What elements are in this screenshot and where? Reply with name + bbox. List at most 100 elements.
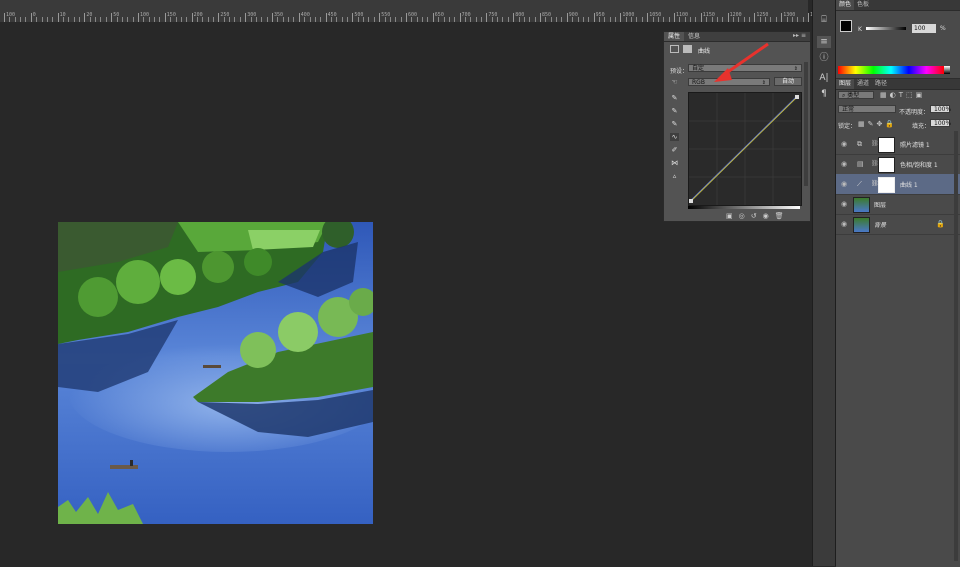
- layer-mask-thumbnail[interactable]: [878, 177, 895, 193]
- panel-menu-icon[interactable]: ▸▸ ≡: [793, 32, 806, 39]
- layers-scrollbar[interactable]: [954, 131, 958, 561]
- document-image[interactable]: [58, 222, 373, 524]
- k-unit: %: [940, 25, 946, 32]
- tab-color[interactable]: 颜色: [836, 0, 855, 10]
- curves-graph[interactable]: [688, 92, 802, 206]
- lock-pixels-icon[interactable]: ✎: [868, 120, 877, 128]
- ruler-major-tick: [30, 13, 32, 22]
- ruler-label: 600: [408, 12, 418, 18]
- foreground-color-swatch[interactable]: [840, 20, 852, 32]
- eye-icon[interactable]: ◉: [841, 140, 847, 148]
- ruler-major-tick: [459, 13, 461, 22]
- hue-saturation-adjustment-icon: ▤: [857, 160, 864, 168]
- ruler-label: 1100: [676, 12, 689, 18]
- shape-filter-icon[interactable]: ⬚: [906, 91, 916, 99]
- filter-kind-dropdown[interactable]: ⌕ 类型: [838, 91, 874, 99]
- tab-channels[interactable]: 通道: [854, 79, 872, 89]
- adjustment-filter-icon[interactable]: ◐: [890, 91, 899, 99]
- properties-icon[interactable]: ≡: [817, 36, 831, 48]
- ruler-label: 1300: [783, 12, 796, 18]
- type-filter-icon[interactable]: T: [899, 91, 906, 99]
- lock-all-icon[interactable]: 🔒: [885, 120, 897, 128]
- curves-adjustment-icon: ⟋: [857, 180, 862, 188]
- layer-row[interactable]: ◉ ▤ ⛓ 色相/饱和度 1: [836, 154, 960, 175]
- ruler-major-tick: [700, 13, 702, 22]
- ruler-major-tick: [754, 13, 756, 22]
- color-spectrum[interactable]: [838, 66, 944, 74]
- hand-adjust-icon[interactable]: ☜: [670, 78, 679, 86]
- ruler-major-tick: [513, 13, 515, 22]
- eyedropper-gray-icon[interactable]: ✎: [670, 107, 679, 115]
- annotation-arrow-curves: [714, 42, 769, 82]
- horizontal-ruler[interactable]: 100 0 10 20 50 100 150 200 250 300 350 400 450 500 550…: [0, 0, 831, 23]
- mask-icon[interactable]: [683, 45, 692, 53]
- fill-field[interactable]: 100%: [930, 119, 951, 127]
- character-icon[interactable]: A|: [817, 72, 831, 84]
- pencil-icon[interactable]: ✐: [670, 146, 679, 154]
- lock-label: 锁定：: [838, 123, 857, 130]
- smart-object-filter-icon[interactable]: ▣: [916, 91, 926, 99]
- eyedropper-white-icon[interactable]: ✎: [670, 120, 679, 128]
- blend-mode-dropdown[interactable]: 正常: [838, 105, 896, 113]
- info-icon[interactable]: ⓘ: [817, 52, 831, 64]
- clipping-warning-icon[interactable]: ▵: [670, 172, 679, 180]
- smooth-icon[interactable]: ⋈: [670, 159, 679, 167]
- ruler-label: 100: [6, 12, 16, 18]
- ruler-label: 800: [515, 12, 525, 18]
- ruler-label: 700: [461, 12, 471, 18]
- view-previous-icon[interactable]: ◎: [739, 212, 751, 220]
- eye-icon[interactable]: ◉: [841, 220, 847, 228]
- pixel-filter-icon[interactable]: ▦: [880, 91, 890, 99]
- paragraph-icon[interactable]: ¶: [817, 88, 831, 100]
- layer-row[interactable]: ◉ 图层: [836, 194, 960, 215]
- input-gradient-bar: [688, 206, 800, 209]
- opacity-field[interactable]: 100%: [930, 105, 951, 113]
- ruler-label: 1000: [622, 12, 635, 18]
- ruler-label: 400: [300, 12, 310, 18]
- layer-thumbnail[interactable]: [853, 217, 870, 233]
- layer-mask-thumbnail[interactable]: [878, 157, 895, 173]
- ruler-major-tick: [352, 13, 354, 22]
- ruler-label: 1150: [702, 12, 715, 18]
- layer-thumbnail[interactable]: [853, 197, 870, 213]
- history-icon[interactable]: ⌸: [817, 14, 831, 26]
- eye-icon[interactable]: ◉: [841, 200, 847, 208]
- scrollbar[interactable]: [804, 62, 808, 186]
- ruler-major-tick: [164, 13, 166, 22]
- eye-icon[interactable]: ◉: [841, 160, 847, 168]
- tab-swatches[interactable]: 色板: [854, 0, 872, 10]
- ruler-major-tick: [218, 13, 220, 22]
- ruler-major-tick: [406, 13, 407, 22]
- layer-row[interactable]: ◉ 背景 🔒: [836, 214, 960, 235]
- eye-icon[interactable]: ◉: [841, 180, 847, 188]
- ruler-label: 550: [381, 12, 391, 18]
- lock-transparency-icon[interactable]: ▦: [858, 120, 868, 128]
- ruler-label: 450: [327, 12, 337, 18]
- ruler-label: 750: [488, 12, 498, 18]
- ruler-label: 300: [247, 12, 257, 18]
- k-value-field[interactable]: 100: [912, 24, 936, 33]
- ruler-major-tick: [379, 13, 381, 22]
- ruler-label: 200: [193, 12, 203, 18]
- visibility-icon[interactable]: ◉: [763, 212, 775, 220]
- layer-row-selected[interactable]: ◉ ⟋ ⛓ 曲线 1: [836, 174, 960, 195]
- clip-to-layer-icon[interactable]: ▣: [726, 212, 739, 220]
- tab-paths[interactable]: 路径: [872, 79, 890, 89]
- ruler-label: 100: [140, 12, 150, 18]
- curve-point-tool-icon[interactable]: ∿: [670, 133, 679, 141]
- delete-icon[interactable]: 🗑: [775, 212, 790, 220]
- ruler-label: 1250: [756, 12, 769, 18]
- layer-mask-thumbnail[interactable]: [878, 137, 895, 153]
- layer-row[interactable]: ◉ ⧉ ⛓ 照片滤镜 1: [836, 134, 960, 155]
- grayscale-ramp[interactable]: [944, 66, 950, 74]
- properties-bottom-toolbar: ▣◎↺◉🗑: [726, 212, 790, 220]
- tab-layers[interactable]: 图层: [836, 79, 855, 89]
- tab-properties[interactable]: 属性: [664, 32, 685, 41]
- ruler-label: 850: [542, 12, 552, 18]
- curves-graph-svg: [689, 93, 801, 205]
- layers-panel: 图层 通道 路径 ⌕ 类型 ▦◐T⬚▣ 正常 不透明度： 100% 锁定： ▦✎…: [836, 78, 960, 567]
- k-slider[interactable]: [866, 27, 906, 30]
- ruler-major-tick: [138, 13, 139, 22]
- reset-icon[interactable]: ↺: [751, 212, 763, 220]
- eyedropper-black-icon[interactable]: ✎: [670, 94, 679, 102]
